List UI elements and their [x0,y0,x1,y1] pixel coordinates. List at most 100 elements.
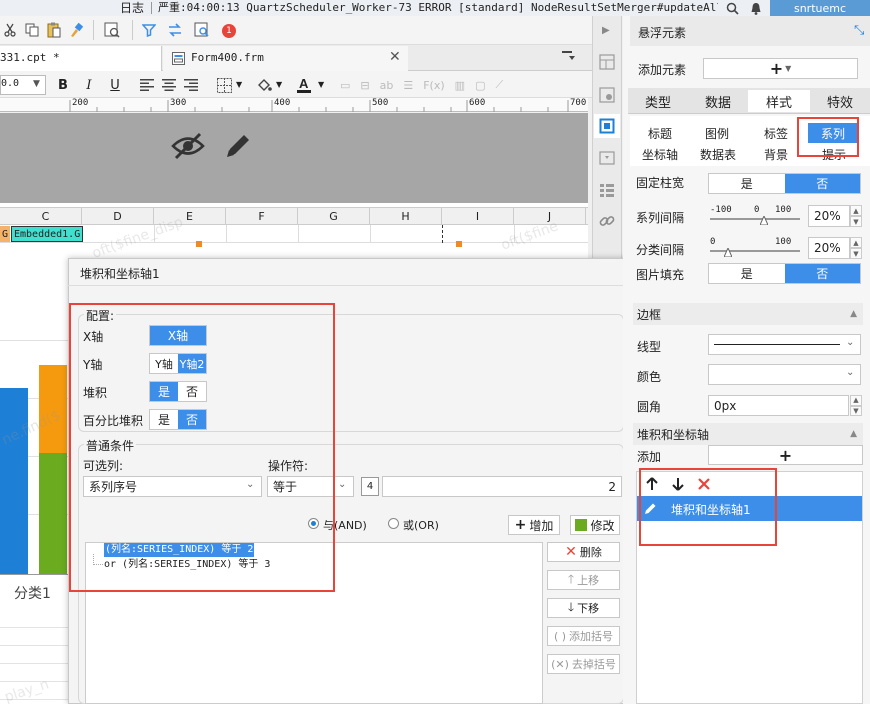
category-gap-thumb[interactable] [723,246,733,258]
resize-handle[interactable] [456,241,462,247]
percent-stack-no-option[interactable]: 否 [178,410,206,429]
condition-item[interactable]: or (列名:SERIES_INDEX) 等于 3 [104,558,270,572]
series-gap-input[interactable]: 20% [808,205,850,227]
column-header-c[interactable]: C [10,208,82,225]
italic-button[interactable]: I [80,75,98,95]
x-axis-option[interactable]: X轴 [150,326,206,345]
add-paren-button[interactable]: ( ) 添加括号 [547,626,620,646]
bell-icon[interactable] [748,0,764,16]
align-left-icon[interactable] [138,77,156,93]
y-axis-option[interactable]: Y轴 [150,354,178,373]
color-select[interactable]: ⌄ [708,364,861,385]
column-header-f[interactable]: F [226,208,298,225]
value-input[interactable]: 2 [382,476,622,497]
copy-icon[interactable] [24,20,40,40]
image-fill-toggle[interactable]: 是 否 [708,263,861,284]
y-axis2-option[interactable]: Y轴2 [178,354,206,373]
collapse-arrow-icon[interactable]: ▶ [602,25,610,36]
list-tree-icon[interactable] [597,180,617,200]
pencil-icon[interactable] [220,128,256,164]
format-painter-icon[interactable] [68,20,84,40]
series-gap-slider[interactable] [710,218,800,220]
tab-type[interactable]: 类型 [628,90,688,112]
image-fill-yes-option[interactable]: 是 [709,264,785,283]
tab-form[interactable]: Form400.frm ✕ [163,46,408,71]
stack-yes-option[interactable]: 是 [150,382,178,401]
image-fill-no-option[interactable]: 否 [784,264,860,283]
spin-up-icon[interactable]: ▲ [850,205,862,216]
or-radio-label[interactable]: 或(OR) [403,517,439,533]
subtab-datatable[interactable]: 数据表 [694,144,742,164]
chevron-down-icon[interactable]: ▼ [318,80,324,89]
border-icon[interactable] [214,76,234,94]
subtab-legend[interactable]: 图例 [694,123,740,143]
search-icon[interactable] [724,0,740,16]
spin-up-icon[interactable]: ▲ [850,237,862,248]
fill-color-icon[interactable] [254,76,274,94]
swap-icon[interactable] [166,20,184,40]
and-radio[interactable] [308,518,319,529]
fixed-width-no-option[interactable]: 否 [784,174,860,193]
font-size-select[interactable]: 0.0 ▼ [0,75,46,95]
widget-icon[interactable] [597,148,617,168]
subtab-title[interactable]: 标题 [638,123,682,143]
cell-g[interactable]: G [0,226,10,242]
tab-cpt[interactable]: 331.cpt * [0,46,162,71]
subtab-axis[interactable]: 坐标轴 [636,144,684,164]
bold-button[interactable]: B [54,75,72,95]
cut-icon[interactable] [2,20,18,40]
spin-down-icon[interactable]: ▼ [850,405,862,416]
value-type-button[interactable]: 4 [361,477,379,496]
properties-icon[interactable] [597,85,617,105]
spin-up-icon[interactable]: ▲ [850,395,862,406]
stack-no-option[interactable]: 否 [178,382,206,401]
line-type-select[interactable]: ⌄ [708,334,861,355]
x-axis-toggle[interactable]: X轴 [149,325,207,346]
notification-badge[interactable]: 1 [222,24,236,38]
align-right-icon[interactable] [182,77,200,93]
subtab-series[interactable]: 系列 [808,123,858,143]
paste-icon[interactable] [46,20,62,40]
align-center-icon[interactable] [160,77,178,93]
tab-style[interactable]: 样式 [748,90,810,112]
chart-style-icon[interactable] [594,114,620,138]
stack-toggle[interactable]: 是 否 [149,381,207,402]
spin-down-icon[interactable]: ▼ [850,248,862,259]
spin-down-icon[interactable]: ▼ [850,216,862,227]
fixed-width-yes-option[interactable]: 是 [709,174,785,193]
filter-icon[interactable] [141,20,157,40]
and-radio-label[interactable]: 与(AND) [323,517,367,533]
stack-list-item[interactable]: 堆积和坐标轴1 [637,496,862,521]
underline-button[interactable]: U [106,75,124,95]
cell-embedded[interactable]: Embedded1.G [11,226,83,242]
close-icon[interactable]: ✕ [389,49,401,65]
condition-item[interactable]: (列名:SERIES_INDEX) 等于 2 [104,543,255,557]
tab-effect[interactable]: 特效 [810,90,870,112]
log-label[interactable]: 日志 [120,0,144,16]
y-axis-toggle[interactable]: Y轴 Y轴2 [149,353,207,374]
corner-input[interactable]: 0px [708,395,849,416]
subtab-tooltip[interactable]: 提示 [810,144,858,164]
category-gap-input[interactable]: 20% [808,237,850,259]
category-gap-spinner[interactable]: ▲ ▼ [850,237,862,259]
operator-select[interactable]: 等于 ⌄ [267,476,354,497]
series-gap-spinner[interactable]: ▲ ▼ [850,205,862,227]
arrow-down-icon[interactable] [670,476,686,492]
column-header-d[interactable]: D [82,208,154,225]
percent-stack-yes-option[interactable]: 是 [150,410,178,429]
fixed-width-toggle[interactable]: 是 否 [708,173,861,194]
column-select[interactable]: 系列序号 ⌄ [83,476,262,497]
chevron-down-icon[interactable]: ▼ [236,80,242,89]
subtab-background[interactable]: 背景 [754,144,798,164]
add-stack-button[interactable]: + [708,445,863,465]
percent-stack-toggle[interactable]: 是 否 [149,409,207,430]
delete-button[interactable]: ✕ 删除 [547,542,620,562]
column-header-h[interactable]: H [370,208,442,225]
move-down-button[interactable]: 🡓 下移 [547,598,620,618]
series-gap-thumb[interactable] [759,214,769,226]
resize-handle[interactable] [196,241,202,247]
font-color-icon[interactable]: A [294,75,314,95]
column-header-g[interactable]: G [298,208,370,225]
tab-data[interactable]: 数据 [688,90,748,112]
chevron-down-icon[interactable]: ▼ [276,80,282,89]
